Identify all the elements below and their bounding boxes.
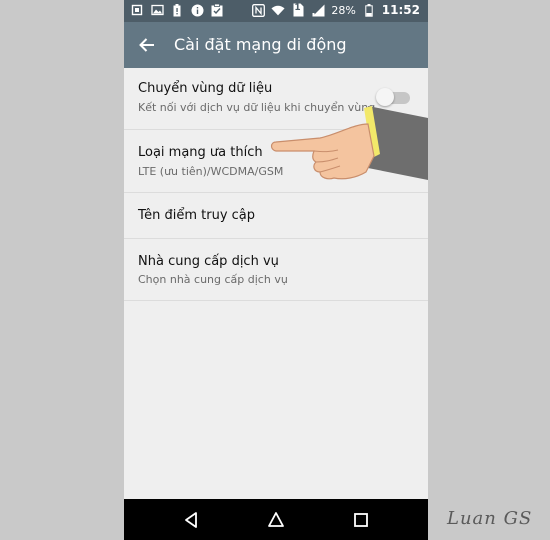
watermark: Luan GS bbox=[447, 508, 533, 529]
setting-network-operators[interactable]: Nhà cung cấp dịch vụ Chọn nhà cung cấp d… bbox=[124, 239, 428, 301]
app-bar: Cài đặt mạng di động bbox=[124, 22, 428, 68]
status-bar: 1 28% 11:52 bbox=[124, 0, 428, 22]
nfc-icon bbox=[251, 3, 265, 17]
home-circle-icon[interactable] bbox=[267, 511, 285, 529]
clock: 11:52 bbox=[381, 3, 420, 17]
status-bar-system: 1 28% 11:52 bbox=[251, 3, 420, 17]
setting-title: Chuyển vùng dữ liệu bbox=[138, 81, 273, 96]
navigation-bar bbox=[124, 499, 428, 540]
setting-title: Tên điểm truy cập bbox=[138, 208, 256, 223]
sim-icon: 1 bbox=[291, 3, 305, 17]
back-triangle-icon[interactable] bbox=[182, 511, 200, 529]
setting-title: Nhà cung cấp dịch vụ bbox=[138, 254, 279, 269]
setting-access-point-names[interactable]: Tên điểm truy cập bbox=[124, 193, 428, 239]
setting-subtitle: LTE (ưu tiên)/WCDMA/GSM bbox=[138, 165, 284, 178]
arrow-left-icon[interactable] bbox=[136, 34, 158, 56]
recents-square-icon[interactable] bbox=[352, 511, 370, 529]
sim-label: 1 bbox=[294, 3, 301, 13]
info-icon bbox=[190, 3, 204, 17]
wifi-icon bbox=[271, 3, 285, 17]
status-bar-notifications bbox=[130, 3, 224, 17]
setting-title: Loại mạng ưa thích bbox=[138, 145, 263, 160]
battery-icon bbox=[362, 3, 376, 17]
battery-percent: 28% bbox=[331, 3, 356, 17]
setting-subtitle: Chọn nhà cung cấp dịch vụ bbox=[138, 273, 288, 286]
pointing-hand-icon bbox=[268, 96, 428, 186]
notification-square-icon bbox=[130, 3, 144, 17]
page-title: Cài đặt mạng di động bbox=[174, 35, 347, 54]
image-icon bbox=[150, 3, 164, 17]
signal-icon bbox=[311, 3, 325, 17]
clipboard-check-icon bbox=[210, 3, 224, 17]
battery-alert-icon bbox=[170, 3, 184, 17]
phone-screen: 1 28% 11:52 Cài đặt mạng di động Chuyển … bbox=[124, 0, 428, 540]
